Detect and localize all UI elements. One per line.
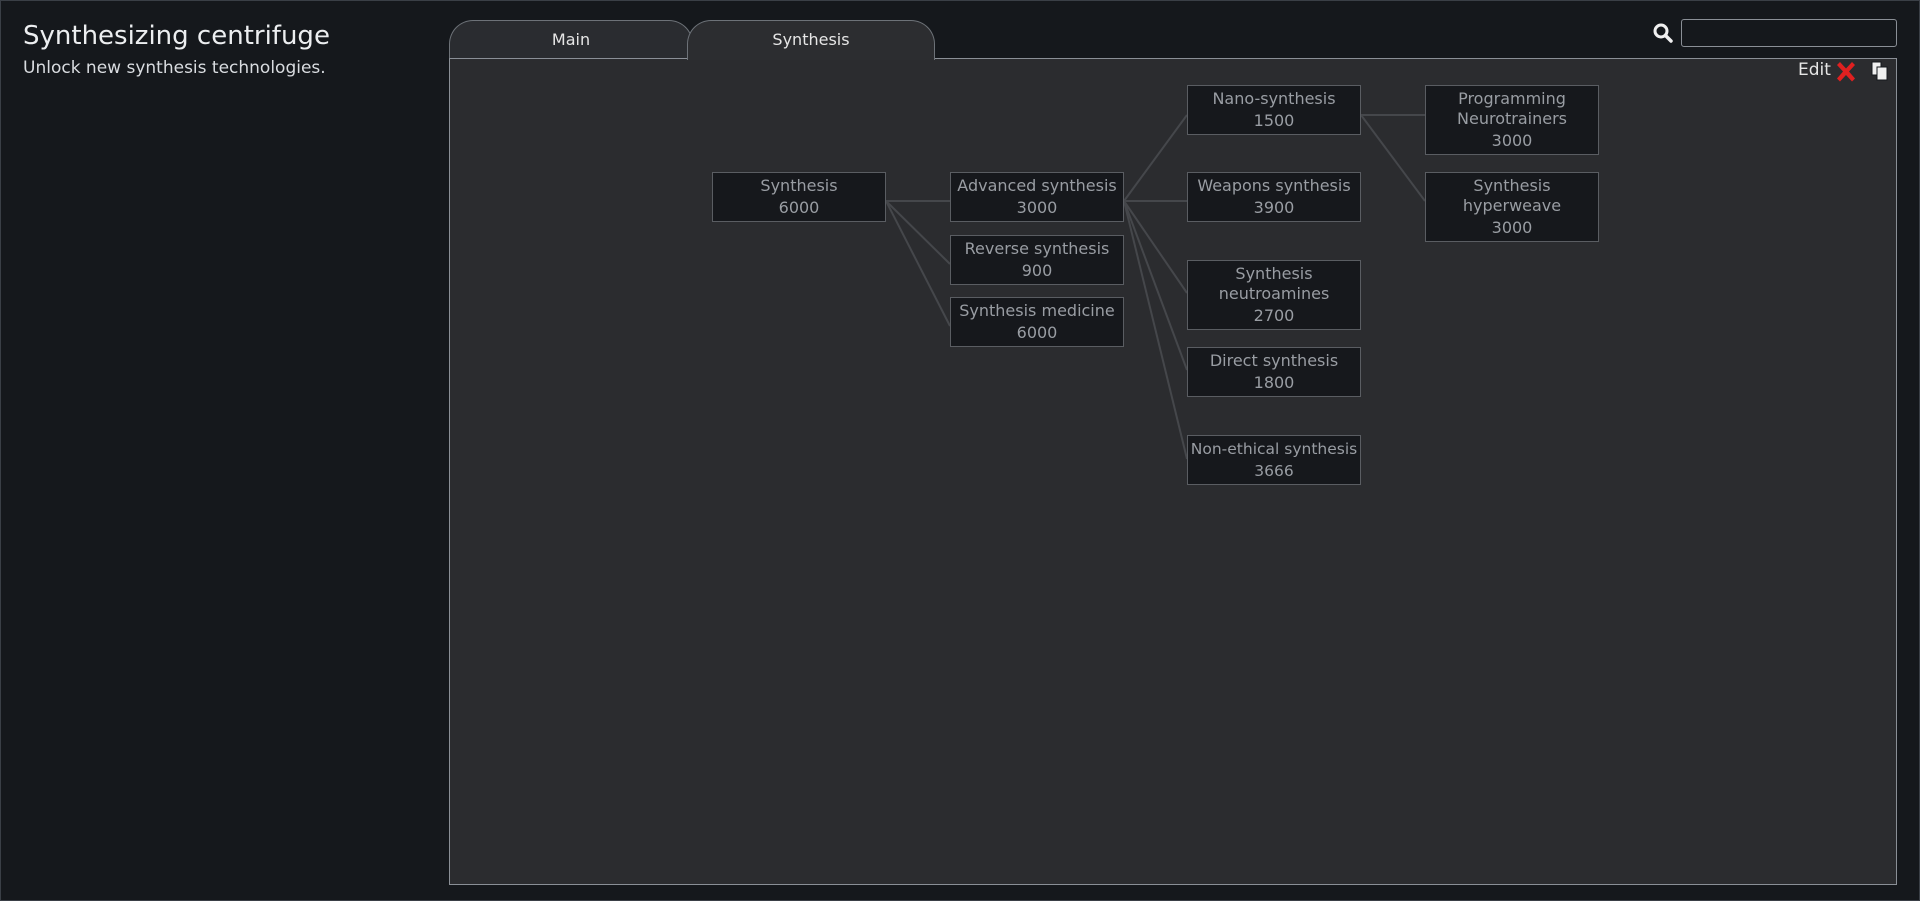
tech-node-weapons-synthesis[interactable]: Weapons synthesis 3900: [1187, 172, 1361, 222]
tech-node-synthesis-neutroamines[interactable]: Synthesis neutroamines 2700: [1187, 260, 1361, 330]
copy-icon[interactable]: [1871, 61, 1889, 81]
tech-node-non-ethical-synthesis[interactable]: Non-ethical synthesis 3666: [1187, 435, 1361, 485]
close-icon[interactable]: [1833, 59, 1859, 85]
node-cost: 3666: [1254, 462, 1294, 480]
tech-node-reverse-synthesis[interactable]: Reverse synthesis 900: [950, 235, 1124, 285]
node-cost: 3000: [1491, 218, 1533, 237]
tech-node-synthesis-medicine[interactable]: Synthesis medicine 6000: [950, 297, 1124, 347]
node-name: Advanced synthesis: [957, 176, 1117, 195]
search-input[interactable]: [1681, 19, 1897, 47]
node-name: Direct synthesis: [1209, 351, 1339, 370]
tech-node-advanced-synthesis[interactable]: Advanced synthesis 3000: [950, 172, 1124, 222]
tech-node-direct-synthesis[interactable]: Direct synthesis 1800: [1187, 347, 1361, 397]
node-name: Non-ethical synthesis: [1190, 440, 1358, 458]
tab-main[interactable]: Main: [449, 20, 693, 58]
tech-node-nano-synthesis[interactable]: Nano-synthesis 1500: [1187, 85, 1361, 135]
page-title: Synthesizing centrifuge: [23, 21, 330, 51]
node-name: Synthesis hyperweave: [1462, 176, 1562, 215]
node-cost: 3000: [1016, 198, 1058, 217]
app-window: Synthesizing centrifuge Unlock new synth…: [0, 0, 1920, 901]
node-name: Synthesis medicine: [959, 301, 1115, 320]
node-name: Weapons synthesis: [1197, 176, 1351, 195]
tech-node-programming-neurotrainers[interactable]: Programming Neurotrainers 3000: [1425, 85, 1599, 155]
node-name: Synthesis neutroamines: [1218, 264, 1330, 303]
tech-tree-panel: [449, 58, 1897, 885]
node-name: Programming Neurotrainers: [1457, 89, 1567, 128]
tech-node-synthesis[interactable]: Synthesis 6000: [712, 172, 886, 222]
search-icon[interactable]: [1652, 22, 1674, 44]
node-cost: 1800: [1253, 373, 1295, 392]
edit-button[interactable]: Edit: [1798, 60, 1831, 80]
node-cost: 900: [1021, 261, 1053, 280]
node-cost: 3900: [1253, 198, 1295, 217]
node-cost: 2700: [1253, 306, 1295, 325]
node-name: Reverse synthesis: [964, 239, 1110, 258]
node-name: Synthesis: [760, 176, 838, 195]
tech-node-synthesis-hyperweave[interactable]: Synthesis hyperweave 3000: [1425, 172, 1599, 242]
page-subtitle: Unlock new synthesis technologies.: [23, 58, 326, 78]
node-cost: 6000: [1016, 323, 1058, 342]
node-cost: 3000: [1491, 131, 1533, 150]
node-cost: 1500: [1253, 111, 1295, 130]
tab-synthesis[interactable]: Synthesis: [687, 20, 935, 60]
node-name: Nano-synthesis: [1212, 89, 1336, 108]
node-cost: 6000: [778, 198, 820, 217]
